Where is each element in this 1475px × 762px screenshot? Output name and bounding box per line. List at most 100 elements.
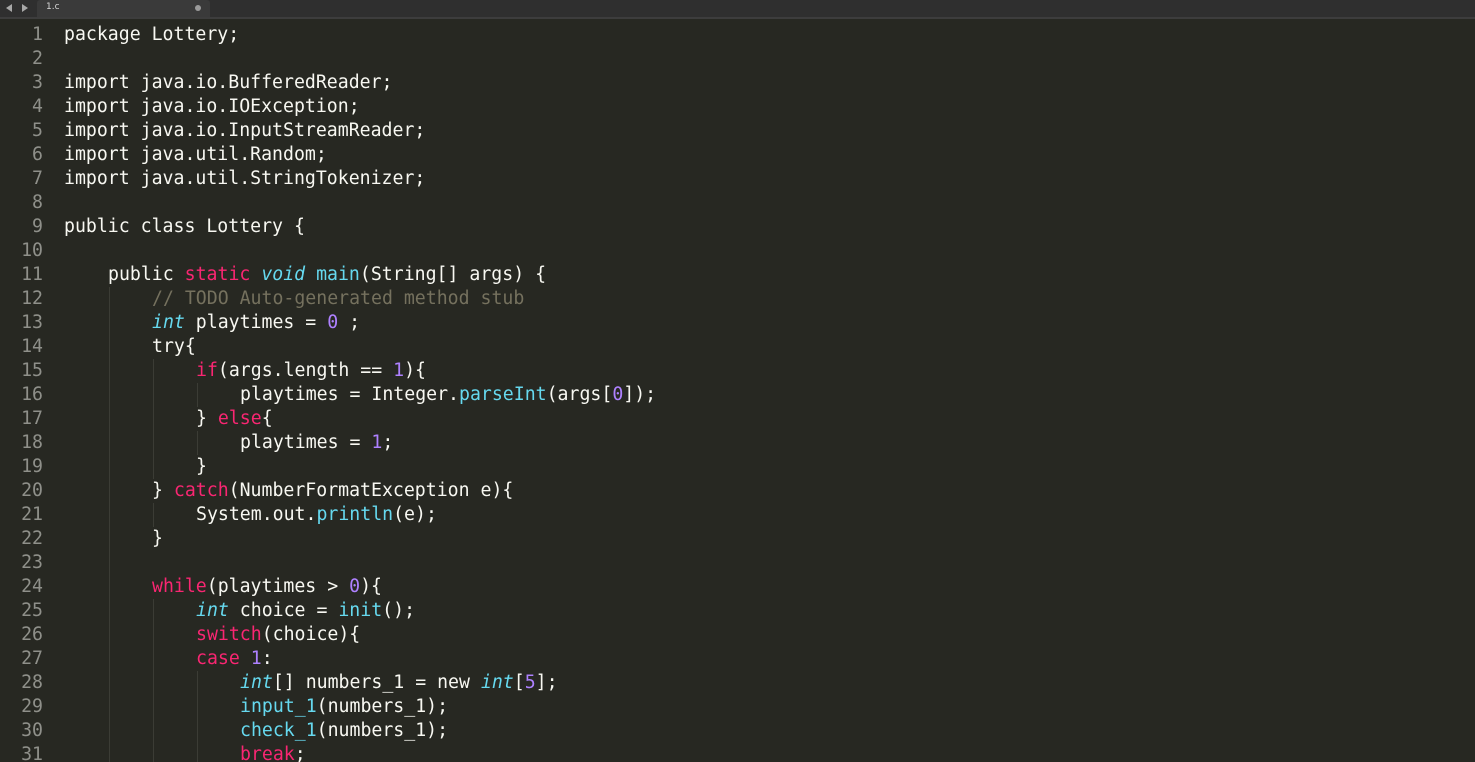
code-token: } bbox=[152, 480, 174, 501]
code-text: import java.util.Random; bbox=[64, 143, 327, 167]
code-line[interactable]: 16 playtimes = Integer.parseInt(args[0]); bbox=[0, 383, 1475, 407]
code-token: 0 bbox=[349, 576, 361, 597]
code-line[interactable]: 26 switch(choice){ bbox=[0, 623, 1475, 647]
indent-guide bbox=[153, 503, 154, 527]
code-line[interactable]: 24 while(playtimes > 0){ bbox=[0, 575, 1475, 599]
line-number: 13 bbox=[21, 312, 43, 333]
code-text: break; bbox=[240, 743, 306, 762]
code-line[interactable]: 29 input_1(numbers_1); bbox=[0, 695, 1475, 719]
code-token: ; bbox=[294, 744, 306, 762]
indent-guide bbox=[109, 575, 110, 599]
code-line[interactable]: 4 import java.io.IOException; bbox=[0, 95, 1475, 119]
code-line[interactable]: 12 // TODO Auto-generated method stub bbox=[0, 287, 1475, 311]
indent-guide bbox=[153, 431, 154, 455]
line-number: 6 bbox=[32, 144, 43, 165]
code-line[interactable]: 17} else{ bbox=[0, 407, 1475, 431]
code-token: (NumberFormatException e){ bbox=[228, 480, 514, 501]
line-number: 10 bbox=[21, 240, 43, 261]
indent-guide bbox=[109, 719, 110, 743]
code-token: playtimes = Integer. bbox=[240, 384, 459, 405]
code-line[interactable]: 21 System.out.println(e); bbox=[0, 503, 1475, 527]
line-number: 26 bbox=[21, 624, 43, 645]
code-token: 0 bbox=[327, 312, 339, 333]
line-number: 30 bbox=[21, 720, 43, 741]
code-token: 5 bbox=[524, 672, 536, 693]
code-token: try{ bbox=[152, 336, 196, 357]
line-number: 31 bbox=[21, 744, 43, 762]
code-text: while(playtimes > 0){ bbox=[152, 575, 382, 599]
code-line[interactable]: 11 public static void main(String[] args)… bbox=[0, 263, 1475, 287]
code-line[interactable]: 9 public class Lottery { bbox=[0, 215, 1475, 239]
code-token: [] numbers_1 = new bbox=[272, 672, 481, 693]
code-token: (numbers_1); bbox=[316, 696, 449, 717]
indent-guide bbox=[109, 671, 110, 695]
line-number: 19 bbox=[21, 456, 43, 477]
code-line[interactable]: 20} catch(NumberFormatException e){ bbox=[0, 479, 1475, 503]
line-number: 8 bbox=[32, 192, 43, 213]
code-token: import java.io.IOException; bbox=[64, 96, 360, 117]
code-token: playtimes = bbox=[184, 312, 328, 333]
code-line[interactable]: 28 int[] numbers_1 = new int[5]; bbox=[0, 671, 1475, 695]
code-token: int bbox=[240, 672, 273, 693]
line-number: 25 bbox=[21, 600, 43, 621]
code-token: main bbox=[316, 264, 360, 285]
code-line[interactable]: 10 bbox=[0, 239, 1475, 263]
code-token: import java.io.InputStreamReader; bbox=[64, 120, 426, 141]
code-line[interactable]: 2 bbox=[0, 47, 1475, 71]
code-token: (choice){ bbox=[261, 624, 361, 645]
line-number: 21 bbox=[21, 504, 43, 525]
unsaved-dot-icon[interactable] bbox=[195, 5, 201, 11]
line-number: 16 bbox=[21, 384, 43, 405]
code-text: System.out.println(e); bbox=[196, 503, 437, 527]
code-line[interactable]: 30 check_1(numbers_1); bbox=[0, 719, 1475, 743]
code-line[interactable]: 18 playtimes = 1; bbox=[0, 431, 1475, 455]
code-line[interactable]: 5 import java.io.InputStreamReader; bbox=[0, 119, 1475, 143]
code-line[interactable]: 25 int choice = init(); bbox=[0, 599, 1475, 623]
arrow-right-icon bbox=[22, 4, 28, 12]
code-line[interactable]: 7 import java.util.StringTokenizer; bbox=[0, 167, 1475, 191]
indent-guide bbox=[109, 455, 110, 479]
indent-guide bbox=[153, 359, 154, 383]
code-line[interactable]: 8 bbox=[0, 191, 1475, 215]
tab-file[interactable]: 1.c bbox=[37, 0, 210, 17]
indent-guide bbox=[197, 671, 198, 695]
line-number: 11 bbox=[21, 264, 43, 285]
code-line[interactable]: 22} bbox=[0, 527, 1475, 551]
previous-tab-button[interactable] bbox=[2, 1, 16, 15]
code-line[interactable]: 23 bbox=[0, 551, 1475, 575]
code-token: } bbox=[196, 408, 218, 429]
code-token: (String[] args) { bbox=[359, 264, 547, 285]
code-line[interactable]: 6 import java.util.Random; bbox=[0, 143, 1475, 167]
code-line[interactable]: 27 case 1: bbox=[0, 647, 1475, 671]
indent-guide bbox=[109, 695, 110, 719]
code-token: playtimes = bbox=[240, 432, 372, 453]
code-text: playtimes = Integer.parseInt(args[0]); bbox=[240, 383, 656, 407]
code-line[interactable]: 1 package Lottery; bbox=[0, 23, 1475, 47]
code-token: if bbox=[196, 360, 218, 381]
indent-guide bbox=[109, 311, 110, 335]
line-number: 4 bbox=[32, 96, 43, 117]
code-line[interactable]: 19} bbox=[0, 455, 1475, 479]
next-tab-button[interactable] bbox=[18, 1, 32, 15]
code-text: import java.io.IOException; bbox=[64, 95, 360, 119]
line-number: 24 bbox=[21, 576, 43, 597]
code-token: : bbox=[261, 648, 273, 669]
code-line[interactable]: 31 break; bbox=[0, 743, 1475, 762]
code-line[interactable]: 15 if(args.length == 1){ bbox=[0, 359, 1475, 383]
indent-guide bbox=[197, 719, 198, 743]
code-line[interactable]: 14 try{ bbox=[0, 335, 1475, 359]
code-editor[interactable]: 1 package Lottery; 2 3 import java.io.Buffer… bbox=[0, 22, 1475, 762]
code-text: import java.util.StringTokenizer; bbox=[64, 167, 425, 191]
line-number: 2 bbox=[32, 48, 43, 69]
code-token: int bbox=[152, 312, 185, 333]
code-line[interactable]: 13 int playtimes = 0 ; bbox=[0, 311, 1475, 335]
arrow-left-icon bbox=[6, 4, 12, 12]
line-number: 20 bbox=[21, 480, 43, 501]
code-text: int playtimes = 0 ; bbox=[152, 311, 360, 335]
code-token: ){ bbox=[360, 576, 382, 597]
indent-guide bbox=[109, 431, 110, 455]
code-line[interactable]: 3 import java.io.BufferedReader; bbox=[0, 71, 1475, 95]
